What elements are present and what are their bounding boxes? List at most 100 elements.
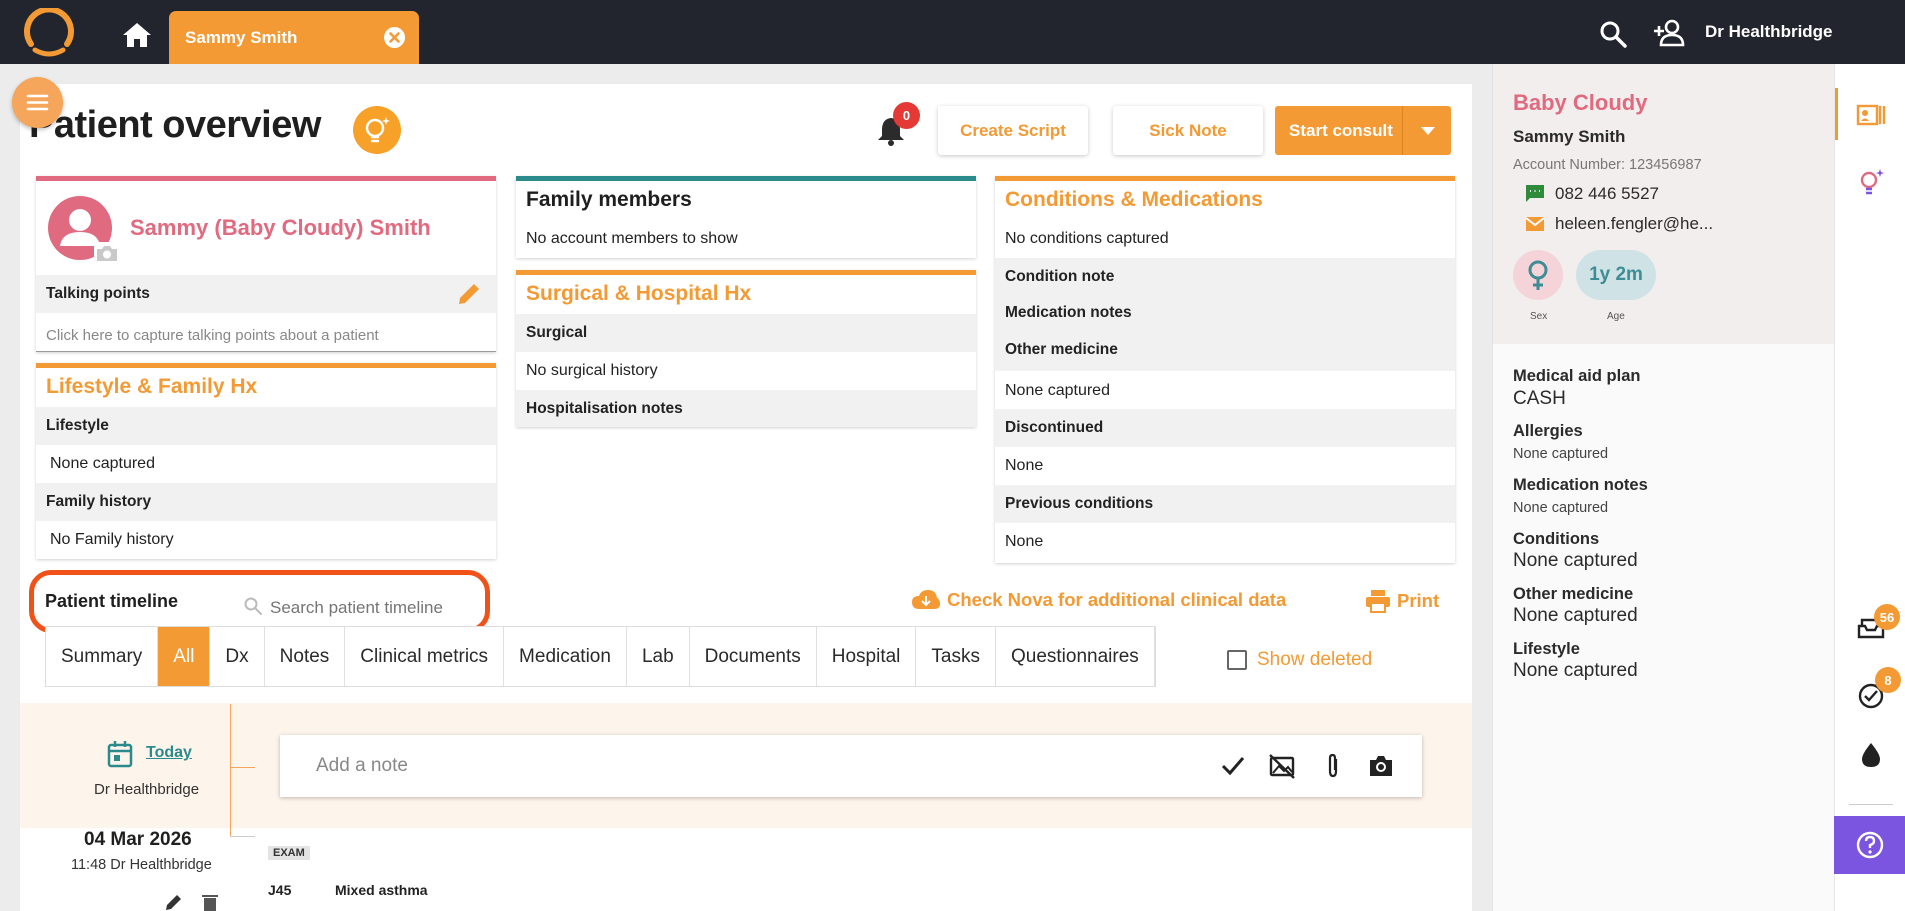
trash-icon[interactable] — [201, 893, 219, 911]
tab-lab[interactable]: Lab — [627, 627, 690, 686]
surgical-row: Surgical — [516, 314, 976, 352]
start-consult-label: Start consult — [1289, 121, 1393, 140]
chevron-down-icon[interactable] — [1421, 127, 1435, 135]
create-script-button[interactable]: Create Script — [938, 106, 1088, 155]
medical-aid-label: Medical aid plan — [1513, 367, 1641, 385]
app-logo[interactable] — [23, 8, 75, 58]
tab-hospital[interactable]: Hospital — [817, 627, 917, 686]
lifestyle-value: None captured — [50, 455, 155, 472]
timeline-search-input[interactable] — [270, 598, 460, 618]
start-consult-button[interactable]: Start consult — [1275, 106, 1451, 155]
other-medicine-value: None captured — [1005, 382, 1110, 399]
lifestyle-value: None captured — [1513, 660, 1638, 681]
current-user-name[interactable]: Dr Healthbridge — [1705, 22, 1833, 42]
patient-name: Sammy (Baby Cloudy) Smith — [130, 215, 431, 240]
surgical-value-row: No surgical history — [516, 352, 976, 390]
talking-points-field[interactable]: Click here to capture talking points abo… — [36, 314, 496, 352]
tab-clinical-metrics[interactable]: Clinical metrics — [345, 627, 505, 686]
add-note-field[interactable]: Add a note — [280, 735, 1422, 797]
checkbox-box[interactable] — [1227, 650, 1247, 670]
family-history-row: Family history — [36, 483, 496, 521]
patient-card: Sammy (Baby Cloudy) Smith Talking points… — [36, 176, 496, 352]
print-button[interactable]: Print — [1365, 589, 1439, 613]
page-title: Patient overview — [29, 104, 321, 146]
check-icon[interactable] — [1220, 753, 1246, 779]
card-accent — [995, 176, 1455, 181]
no-conditions-value: No conditions captured — [1005, 230, 1169, 247]
family-history-label: Family history — [46, 493, 152, 510]
side-patient-name: Baby Cloudy — [1513, 90, 1648, 115]
inbox-count-badge: 56 — [1874, 604, 1900, 630]
card-accent — [516, 176, 976, 181]
nova-link[interactable]: Check Nova for additional clinical data — [911, 589, 1286, 611]
close-icon[interactable] — [384, 27, 405, 48]
medical-aid-value: CASH — [1513, 388, 1566, 409]
age-value: 1y 2m — [1576, 250, 1656, 300]
medication-notes-label: Medication notes — [1005, 304, 1132, 321]
allergies-label: Allergies — [1513, 422, 1583, 440]
tab-dx[interactable]: Dx — [210, 627, 265, 686]
phone-row[interactable]: 082 446 5527 — [1525, 184, 1659, 204]
allergies-value: None captured — [1513, 446, 1609, 462]
today-doctor: Dr Healthbridge — [94, 781, 200, 798]
surgical-label: Surgical — [526, 324, 588, 341]
other-medicine-label: Other medicine — [1005, 341, 1118, 358]
tab-notes[interactable]: Notes — [265, 627, 346, 686]
account-number: Account Number: 123456987 — [1513, 157, 1702, 173]
lightbulb-icon[interactable] — [1856, 166, 1886, 196]
image-off-icon[interactable] — [1269, 753, 1295, 779]
entry-time: 11:48 Dr Healthbridge — [71, 857, 212, 873]
tab-documents[interactable]: Documents — [690, 627, 817, 686]
home-icon[interactable] — [122, 22, 152, 48]
conditions-value: None captured — [1513, 550, 1638, 571]
sick-note-button[interactable]: Sick Note — [1113, 106, 1263, 155]
add-user-icon[interactable] — [1653, 18, 1685, 48]
strip-divider — [1849, 804, 1893, 805]
family-members-value-row: No account members to show — [516, 220, 976, 258]
hospitalisation-label: Hospitalisation notes — [526, 400, 683, 417]
camera-icon[interactable] — [1368, 753, 1394, 779]
search-icon — [244, 597, 262, 615]
lifestyle-card-title: Lifestyle & Family Hx — [46, 375, 258, 398]
patient-tab[interactable]: Sammy Smith — [169, 11, 419, 64]
phone-number: 082 446 5527 — [1555, 184, 1659, 203]
lifestyle-label: Lifestyle — [46, 417, 109, 434]
tab-summary[interactable]: Summary — [46, 627, 159, 686]
discontinued-label: Discontinued — [1005, 419, 1104, 436]
search-icon[interactable] — [1599, 20, 1627, 48]
other-medicine-value-row: None captured — [995, 371, 1455, 409]
email-icon — [1525, 217, 1545, 231]
family-members-card: Family members No account members to sho… — [516, 176, 976, 258]
medication-notes-value: None captured — [1513, 500, 1609, 516]
today-link[interactable]: Today — [146, 744, 192, 762]
tab-all[interactable]: All — [158, 627, 211, 686]
patient-card-icon[interactable] — [1856, 100, 1886, 130]
talking-points-placeholder: Click here to capture talking points abo… — [46, 327, 379, 344]
patient-side-panel: Baby Cloudy Sammy Smith Account Number: … — [1492, 64, 1835, 911]
lightbulb-icon[interactable] — [353, 106, 401, 154]
tab-medication[interactable]: Medication — [504, 627, 627, 686]
card-accent — [36, 176, 496, 181]
email-row[interactable]: heleen.fengler@he... — [1525, 214, 1713, 234]
surgical-value: No surgical history — [526, 362, 658, 379]
side-patient-subname: Sammy Smith — [1513, 127, 1626, 146]
tab-tasks[interactable]: Tasks — [916, 627, 996, 686]
tab-questionnaires[interactable]: Questionnaires — [996, 627, 1155, 686]
drop-icon[interactable] — [1856, 740, 1886, 770]
attachment-icon[interactable] — [1320, 753, 1346, 779]
camera-icon[interactable] — [94, 242, 120, 264]
family-history-value-row: No Family history — [36, 521, 496, 559]
family-members-value: No account members to show — [526, 230, 738, 247]
edit-icon[interactable] — [455, 280, 483, 308]
sex-indicator — [1513, 250, 1563, 300]
menu-button[interactable] — [12, 77, 63, 128]
timeline-tabs: Summary All Dx Notes Clinical metrics Me… — [45, 626, 1156, 687]
edit-icon[interactable] — [164, 893, 186, 911]
top-bar: Sammy Smith Dr Healthbridge — [0, 0, 1905, 64]
lifestyle-value-row: None captured — [36, 445, 496, 483]
discontinued-value: None — [1005, 457, 1044, 474]
right-toolbar: 56 8 — [1834, 64, 1905, 911]
patient-tab-label: Sammy Smith — [185, 28, 298, 47]
help-button[interactable] — [1834, 816, 1905, 874]
show-deleted-checkbox[interactable]: Show deleted — [1227, 649, 1372, 671]
